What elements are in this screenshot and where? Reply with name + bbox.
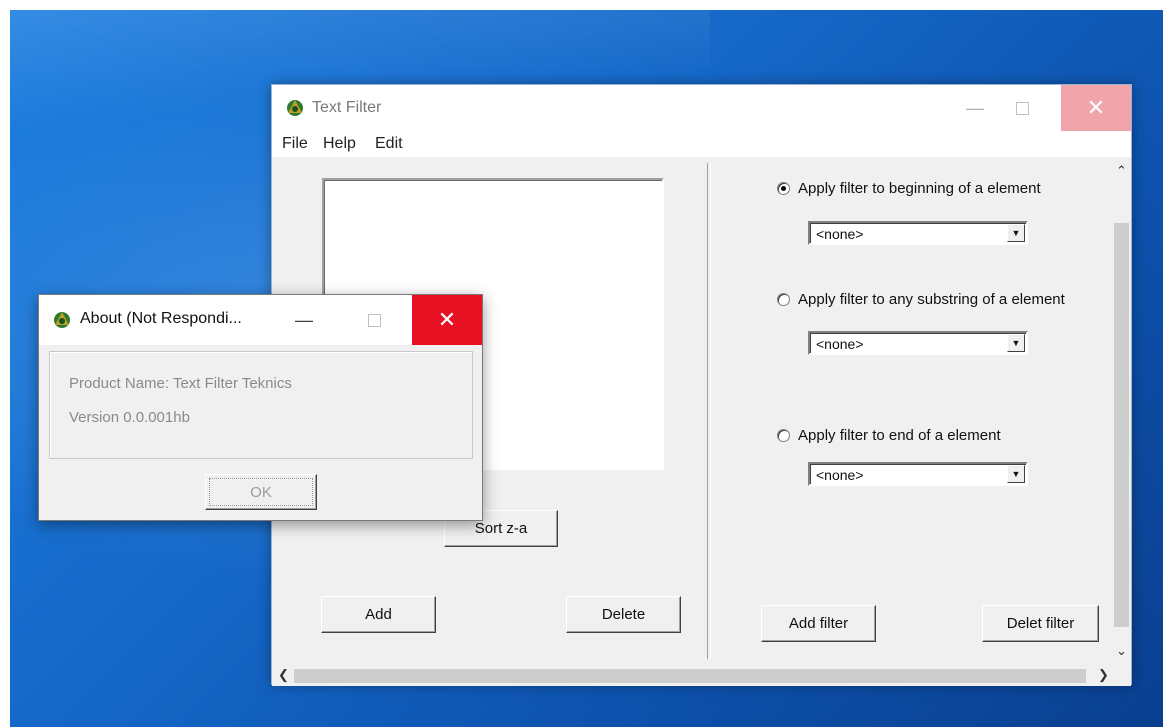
option-substring-label: Apply filter to any substring of a eleme… [798, 291, 1065, 308]
app-icon [284, 97, 306, 119]
minimize-icon: — [966, 97, 984, 118]
chevron-down-icon[interactable]: ▼ [1007, 465, 1025, 483]
menu-file[interactable]: File [282, 135, 308, 153]
horizontal-scroll-thumb[interactable] [294, 669, 1086, 683]
vertical-scroll-thumb[interactable] [1114, 223, 1129, 627]
about-close-button[interactable]: ✕ [412, 295, 482, 345]
delete-filter-button[interactable]: Delet filter [982, 605, 1099, 642]
minimize-icon: — [295, 309, 313, 330]
vertical-scrollbar[interactable]: ⌃ ⌄ [1112, 157, 1131, 665]
panel-divider [707, 163, 711, 659]
filter-select-beginning-value: <none> [816, 226, 864, 242]
option-beginning-label: Apply filter to beginning of a element [798, 180, 1041, 197]
maximize-icon [367, 313, 381, 327]
add-filter-button[interactable]: Add filter [761, 605, 876, 642]
about-title: About (Not Respondi... [80, 310, 242, 327]
about-dialog: About (Not Respondi... — ✕ Product Name:… [38, 294, 483, 521]
radio-substring[interactable] [777, 293, 790, 306]
chevron-down-icon[interactable]: ▼ [1007, 334, 1025, 352]
version-text: Version 0.0.001hb [69, 409, 190, 426]
chevron-down-icon[interactable]: ▼ [1007, 224, 1025, 242]
option-end[interactable]: Apply filter to end of a element [777, 427, 1001, 444]
menu-edit[interactable]: Edit [375, 135, 403, 153]
delete-button[interactable]: Delete [566, 596, 681, 633]
about-minimize-button[interactable]: — [281, 295, 327, 345]
about-info-group: Product Name: Text Filter Teknics Versio… [49, 351, 473, 459]
scroll-left-icon[interactable]: ❮ [278, 667, 289, 683]
ok-button[interactable]: OK [205, 474, 317, 510]
filter-select-end-value: <none> [816, 467, 864, 483]
about-title-bar[interactable]: About (Not Respondi... — ✕ [39, 295, 482, 345]
filter-select-beginning[interactable]: <none> ▼ [808, 221, 1028, 245]
close-icon: ✕ [437, 307, 457, 332]
option-end-label: Apply filter to end of a element [798, 427, 1001, 444]
close-button[interactable]: ✕ [1061, 85, 1131, 131]
filter-select-substring-value: <none> [816, 336, 864, 352]
app-icon [51, 309, 73, 331]
maximize-icon [1015, 101, 1029, 115]
minimize-button[interactable]: — [952, 85, 998, 131]
scroll-down-icon[interactable]: ⌄ [1116, 643, 1127, 659]
radio-end[interactable] [777, 429, 790, 442]
product-name-text: Product Name: Text Filter Teknics [69, 375, 292, 392]
maximize-button[interactable] [999, 85, 1045, 131]
scroll-up-icon[interactable]: ⌃ [1116, 163, 1127, 179]
filter-select-substring[interactable]: <none> ▼ [808, 331, 1028, 355]
option-beginning[interactable]: Apply filter to beginning of a element [777, 180, 1041, 197]
add-button[interactable]: Add [321, 596, 436, 633]
option-substring[interactable]: Apply filter to any substring of a eleme… [777, 291, 1065, 308]
horizontal-scrollbar[interactable]: ❮ ❯ [272, 666, 1114, 686]
radio-beginning[interactable] [777, 182, 790, 195]
menu-bar: File Help Edit [272, 131, 1131, 157]
filter-select-end[interactable]: <none> ▼ [808, 462, 1028, 486]
scroll-right-icon[interactable]: ❯ [1098, 667, 1109, 683]
title-bar[interactable]: Text Filter — ✕ [272, 85, 1131, 131]
about-maximize-button[interactable] [351, 295, 397, 345]
window-title: Text Filter [312, 99, 382, 116]
menu-help[interactable]: Help [323, 135, 356, 153]
close-icon: ✕ [1086, 95, 1106, 120]
